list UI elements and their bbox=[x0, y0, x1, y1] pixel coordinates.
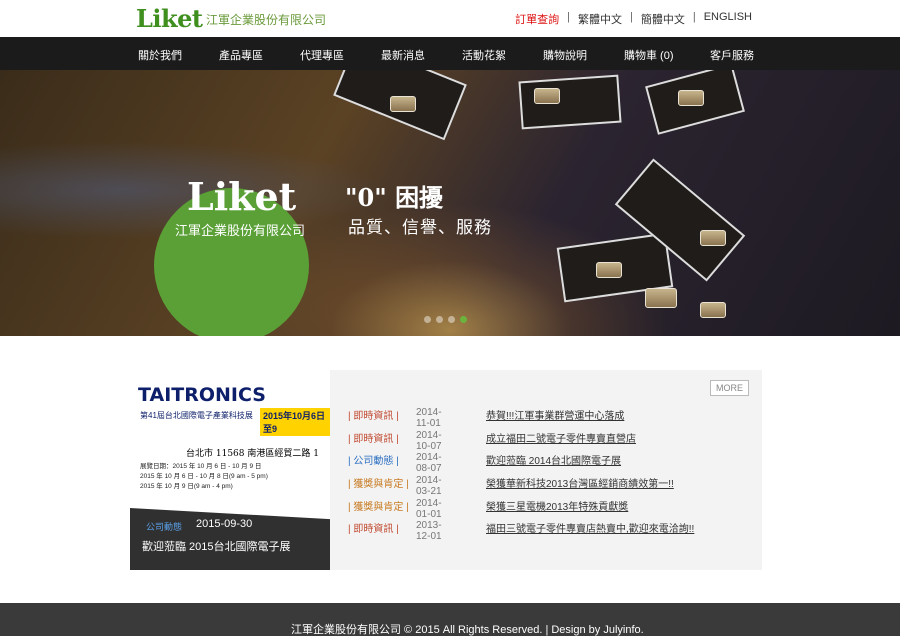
news-category: | 獲獎與肯定 | bbox=[348, 479, 409, 490]
nav-products[interactable]: 產品專區 bbox=[219, 47, 263, 63]
slider-dots bbox=[424, 316, 467, 323]
banner-slogan-sub: 品質、信譽、服務 bbox=[348, 218, 492, 237]
news-title[interactable]: 榮獲華新科技2013台灣區經銷商績效第一!! bbox=[486, 475, 674, 490]
nav-agency[interactable]: 代理專區 bbox=[300, 47, 344, 63]
capacitor-chip bbox=[678, 90, 704, 106]
english-link[interactable]: ENGLISH bbox=[704, 11, 752, 27]
order-query-link[interactable]: 訂單查詢 bbox=[515, 11, 559, 27]
featured-category: 公司動態 bbox=[146, 522, 183, 532]
nav-shopping-guide[interactable]: 購物說明 bbox=[543, 47, 587, 63]
capacitor-chip bbox=[700, 302, 726, 318]
nav-events[interactable]: 活動花絮 bbox=[462, 47, 506, 63]
news-date: 2014-08-07 bbox=[416, 452, 442, 474]
news-list-panel bbox=[330, 370, 762, 570]
news-category: | 公司動態 | bbox=[348, 456, 399, 467]
featured-badge: 2015年10月6日至9 bbox=[260, 408, 330, 436]
top-links: 訂單查詢 | 繁體中文 | 簡體中文 | ENGLISH bbox=[515, 11, 752, 27]
slider-dot[interactable] bbox=[448, 316, 455, 323]
news-title[interactable]: 恭賀!!!江軍事業群營運中心落成 bbox=[486, 407, 624, 422]
featured-subtitle: 第41屆台北國際電子產業科技展 bbox=[140, 411, 253, 420]
main-nav: 關於我們 產品專區 代理專區 最新消息 活動花絮 購物說明 購物車 (0) 客戶… bbox=[0, 37, 900, 70]
nav-cart[interactable]: 購物車 (0) bbox=[624, 47, 674, 63]
news-category: | 即時資訊 | bbox=[348, 524, 399, 535]
featured-caption[interactable]: 歡迎蒞臨 2015台北國際電子展 bbox=[142, 538, 291, 554]
footer-copyright: 江軍企業股份有限公司 © 2015 All Rights Reserved. |… bbox=[291, 624, 644, 636]
nav-news[interactable]: 最新消息 bbox=[381, 47, 425, 63]
simplified-chinese-link[interactable]: 簡體中文 bbox=[641, 11, 685, 27]
banner-slogan-title: "0" 困擾 bbox=[345, 183, 444, 212]
more-button[interactable]: MORE bbox=[710, 380, 749, 396]
news-title[interactable]: 成立福田二號電子零件專賣直營店 bbox=[486, 430, 636, 445]
news-title[interactable]: 榮獲三星電機2013年特殊貢獻獎 bbox=[486, 498, 628, 513]
featured-details: 展覽日期：2015 年 10 月 6 日 - 10 月 9 日 2015 年 1… bbox=[140, 462, 268, 492]
capacitor-chip bbox=[390, 96, 416, 112]
capacitor-chip bbox=[596, 262, 622, 278]
banner-company: 江軍企業股份有限公司 bbox=[175, 223, 306, 238]
news-title[interactable]: 福田三號電子零件專賣店熱賣中,歡迎來電洽詢!! bbox=[486, 520, 694, 535]
capacitor-chip bbox=[534, 88, 560, 104]
featured-address: 台北市 11568 南港區經貿二路 1 bbox=[186, 449, 319, 459]
capacitor-chip bbox=[700, 230, 726, 246]
news-category: | 即時資訊 | bbox=[348, 411, 399, 422]
featured-news[interactable]: TAITRONICS 第41屆台北國際電子產業科技展 2015年10月6日至9 … bbox=[130, 370, 330, 570]
company-name: 江軍企業股份有限公司 bbox=[206, 13, 327, 27]
capacitor-chip bbox=[645, 288, 677, 308]
hero-banner[interactable]: Liket 江軍企業股份有限公司 "0" 困擾 品質、信譽、服務 bbox=[0, 70, 900, 336]
footer: 江軍企業股份有限公司 © 2015 All Rights Reserved. |… bbox=[0, 603, 900, 636]
news-date: 2014-10-07 bbox=[416, 430, 442, 452]
site-logo[interactable]: Liket bbox=[136, 4, 203, 33]
traditional-chinese-link[interactable]: 繁體中文 bbox=[578, 11, 622, 27]
featured-date: 2015-09-30 bbox=[196, 518, 253, 530]
news-date: 2013-12-01 bbox=[416, 520, 442, 542]
banner-logo: Liket bbox=[187, 174, 297, 219]
featured-detail-line: 展覽日期：2015 年 10 月 6 日 - 10 月 9 日 bbox=[140, 463, 262, 470]
separator: | bbox=[567, 11, 570, 23]
nav-customer-service[interactable]: 客戶服務 bbox=[710, 47, 754, 63]
slider-dot[interactable] bbox=[436, 316, 443, 323]
separator: | bbox=[692, 11, 696, 23]
separator: | bbox=[629, 11, 633, 23]
slider-dot[interactable] bbox=[424, 316, 431, 323]
taitronics-logo: TAITRONICS bbox=[138, 384, 266, 406]
nav-about[interactable]: 關於我們 bbox=[138, 47, 182, 63]
news-title[interactable]: 歡迎蒞臨 2014台北國際電子展 bbox=[486, 452, 621, 467]
news-date: 2014-11-01 bbox=[416, 407, 442, 429]
featured-detail-line: 2015 年 10 月 6 日 - 10 月 8 日(9 am - 5 pm) bbox=[140, 473, 268, 480]
news-category: | 即時資訊 | bbox=[348, 434, 399, 445]
news-date: 2014-03-21 bbox=[416, 475, 442, 497]
header: Liket 江軍企業股份有限公司 訂單查詢 | 繁體中文 | 簡體中文 | EN… bbox=[0, 0, 900, 37]
news-date: 2014-01-01 bbox=[416, 498, 442, 520]
news-category: | 獲獎與肯定 | bbox=[348, 502, 409, 513]
featured-detail-line: 2015 年 10 月 9 日(9 am - 4 pm) bbox=[140, 483, 233, 490]
slider-dot-active[interactable] bbox=[460, 316, 467, 323]
